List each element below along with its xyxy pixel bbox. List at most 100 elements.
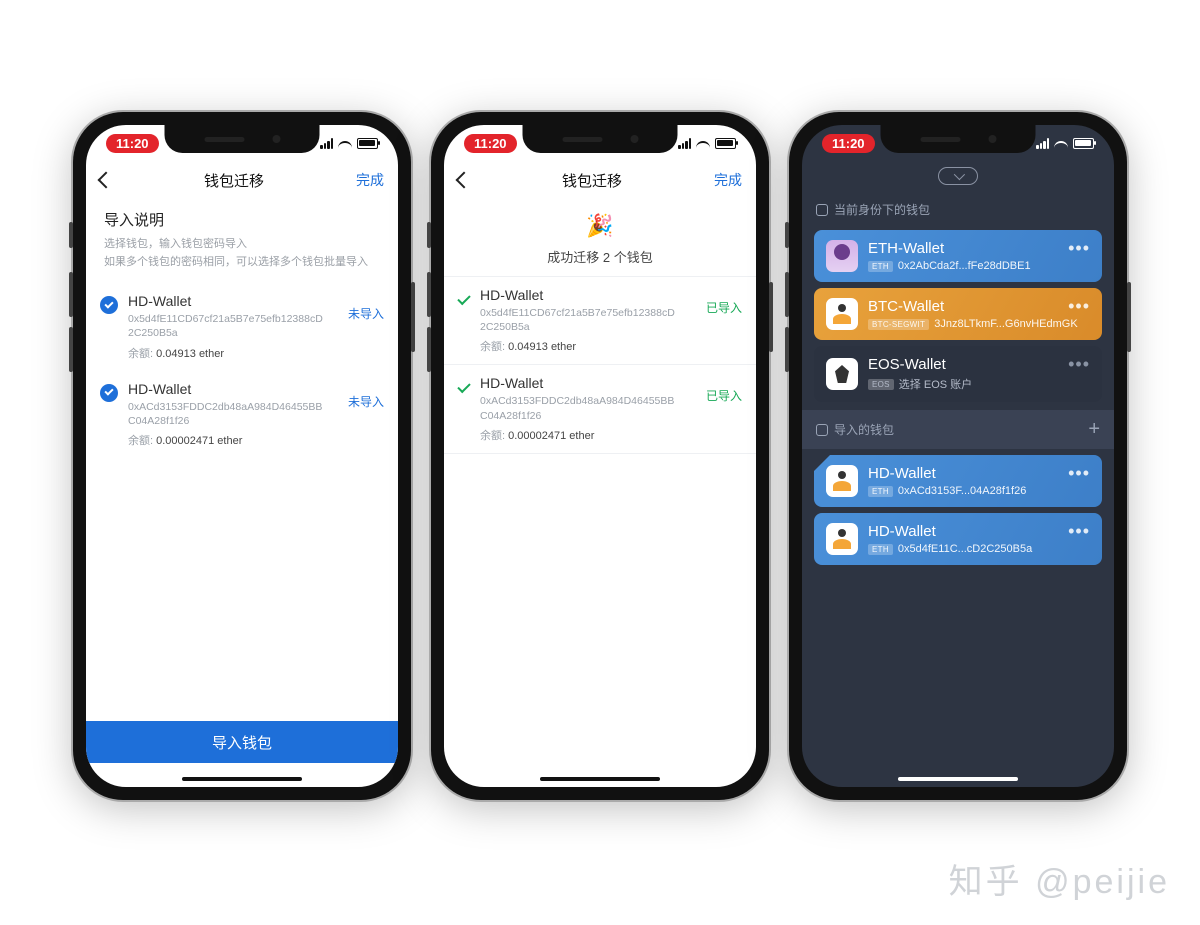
wallet-row[interactable]: HD-Wallet 0x5d4fE11CD67cf21a5B7e75efb123… <box>444 277 756 364</box>
wallet-card-btc[interactable]: ••• BTC-Wallet BTC-SEGWIT 3Jnz8LTkmF...G6… <box>814 288 1102 340</box>
status-icons <box>678 138 736 149</box>
more-icon[interactable]: ••• <box>1068 521 1090 542</box>
nav-title: 钱包迁移 <box>204 170 264 191</box>
wallet-avatar <box>826 523 858 555</box>
wallet-avatar <box>826 240 858 272</box>
wallet-address: 0x5d4fE11CD67cf21a5B7e75efb12388cD2C250B… <box>480 306 680 334</box>
device-notch <box>881 125 1036 153</box>
home-indicator[interactable] <box>182 777 302 781</box>
device-notch <box>523 125 678 153</box>
wallet-avatar <box>826 465 858 497</box>
wallet-balance: 余额: 0.00002471 ether <box>128 432 348 448</box>
status-time: 11:20 <box>106 134 159 153</box>
wallet-name: EOS-Wallet <box>868 356 1090 373</box>
wallet-balance: 余额: 0.04913 ether <box>128 345 348 361</box>
wallet-row[interactable]: HD-Wallet 0xACd3153FDDC2db48aA984D46455B… <box>444 365 756 452</box>
nav-bar: 钱包迁移 完成 <box>444 161 756 199</box>
status-time: 11:20 <box>464 134 517 153</box>
wifi-icon <box>696 141 710 152</box>
success-text: 成功迁移 2 个钱包 <box>444 247 756 266</box>
chain-tag: ETH <box>868 261 893 272</box>
intro-heading: 导入说明 <box>104 209 380 230</box>
wifi-icon <box>1054 141 1068 152</box>
wallet-card-eth[interactable]: ••• ETH-Wallet ETH 0x2AbCda2f...fFe28dDBE… <box>814 230 1102 282</box>
wallet-name: HD-Wallet <box>128 381 348 397</box>
wallet-address: 选择 EOS 账户 <box>899 376 972 392</box>
success-box: 🎉 成功迁移 2 个钱包 <box>444 199 756 276</box>
wallet-name: HD-Wallet <box>480 287 706 303</box>
checkmark-icon <box>457 292 470 305</box>
intro-sub2: 如果多个钱包的密码相同，可以选择多个钱包批量导入 <box>104 254 380 272</box>
back-icon[interactable] <box>456 172 473 189</box>
wallet-status: 已导入 <box>706 287 742 316</box>
section-header-imported: 导入的钱包 + <box>802 410 1114 449</box>
nav-bar: 钱包迁移 完成 <box>86 161 398 199</box>
import-intro: 导入说明 选择钱包，输入钱包密码导入 如果多个钱包的密码相同，可以选择多个钱包批… <box>86 199 398 275</box>
section-header-identity: 当前身份下的钱包 <box>802 195 1114 224</box>
checkbox-checked-icon[interactable] <box>100 384 118 402</box>
wallet-status: 未导入 <box>348 293 384 322</box>
wallet-card-hd[interactable]: ••• HD-Wallet ETH 0xACd3153F...04A28f1f26 <box>814 455 1102 507</box>
watermark: 知乎 @peijie <box>949 854 1170 903</box>
chain-tag: ETH <box>868 486 893 497</box>
chain-tag: EOS <box>868 379 894 390</box>
status-icons <box>320 138 378 149</box>
back-icon[interactable] <box>98 172 115 189</box>
battery-icon <box>715 138 736 149</box>
intro-sub1: 选择钱包，输入钱包密码导入 <box>104 236 380 254</box>
imported-icon <box>816 424 828 436</box>
more-icon[interactable]: ••• <box>1068 296 1090 317</box>
wallet-address: 3Jnz8LTkmF...G6nvHEdmGK <box>934 318 1077 330</box>
signal-icon <box>678 138 691 149</box>
wallet-row[interactable]: HD-Wallet 0x5d4fE11CD67cf21a5B7e75efb123… <box>86 283 398 370</box>
wallet-name: HD-Wallet <box>868 465 1090 482</box>
section-title: 导入的钱包 <box>834 421 894 438</box>
signal-icon <box>320 138 333 149</box>
status-time: 11:20 <box>822 134 875 153</box>
signal-icon <box>1036 138 1049 149</box>
pull-tab[interactable] <box>938 167 978 185</box>
more-icon[interactable]: ••• <box>1068 354 1090 375</box>
checkbox-checked-icon[interactable] <box>100 296 118 314</box>
add-wallet-button[interactable]: + <box>1088 418 1100 441</box>
confetti-icon: 🎉 <box>444 213 756 239</box>
wallet-status: 已导入 <box>706 375 742 404</box>
wallet-address: 0x2AbCda2f...fFe28dDBE1 <box>898 260 1031 272</box>
wallet-avatar <box>826 358 858 390</box>
canvas: 11:20 钱包迁移 完成 导入说明 选择钱包，输入钱包密码导入 如果多个钱包的… <box>0 0 1200 925</box>
wallet-address: 0x5d4fE11CD67cf21a5B7e75efb12388cD2C250B… <box>128 312 328 340</box>
wallet-balance: 余额: 0.00002471 ether <box>480 427 706 443</box>
wallet-row[interactable]: HD-Wallet 0xACd3153FDDC2db48aA984D46455B… <box>86 371 398 458</box>
wallet-name: HD-Wallet <box>868 523 1090 540</box>
home-indicator[interactable] <box>898 777 1018 781</box>
import-wallet-button[interactable]: 导入钱包 <box>86 721 398 763</box>
phone-2: 11:20 钱包迁移 完成 🎉 成功迁移 2 个钱包 <box>431 112 769 800</box>
wallet-balance: 余额: 0.04913 ether <box>480 338 706 354</box>
wallet-status: 未导入 <box>348 381 384 410</box>
wallet-address: 0xACd3153F...04A28f1f26 <box>898 485 1026 497</box>
wallet-address: 0x5d4fE11C...cD2C250B5a <box>898 543 1032 555</box>
wallet-name: HD-Wallet <box>480 375 706 391</box>
wallet-avatar <box>826 298 858 330</box>
phone-1: 11:20 钱包迁移 完成 导入说明 选择钱包，输入钱包密码导入 如果多个钱包的… <box>73 112 411 800</box>
done-button[interactable]: 完成 <box>714 170 742 190</box>
nav-title: 钱包迁移 <box>562 170 622 191</box>
wallet-address: 0xACd3153FDDC2db48aA984D46455BBC04A28f1f… <box>128 400 328 428</box>
identity-icon <box>816 204 828 216</box>
done-button[interactable]: 完成 <box>356 170 384 190</box>
wallet-card-eos[interactable]: ••• EOS-Wallet EOS 选择 EOS 账户 <box>814 346 1102 402</box>
device-notch <box>165 125 320 153</box>
wallet-name: ETH-Wallet <box>868 240 1090 257</box>
more-icon[interactable]: ••• <box>1068 238 1090 259</box>
battery-icon <box>1073 138 1094 149</box>
section-title: 当前身份下的钱包 <box>834 201 930 218</box>
wallet-name: BTC-Wallet <box>868 298 1090 315</box>
wallet-name: HD-Wallet <box>128 293 348 309</box>
home-indicator[interactable] <box>540 777 660 781</box>
chain-tag: BTC-SEGWIT <box>868 319 929 330</box>
checkmark-icon <box>457 380 470 393</box>
wallet-card-hd[interactable]: ••• HD-Wallet ETH0x5d4fE11C...cD2C250B5a <box>814 513 1102 565</box>
status-icons <box>1036 138 1094 149</box>
more-icon[interactable]: ••• <box>1068 463 1090 484</box>
wallet-address: 0xACd3153FDDC2db48aA984D46455BBC04A28f1f… <box>480 394 680 422</box>
